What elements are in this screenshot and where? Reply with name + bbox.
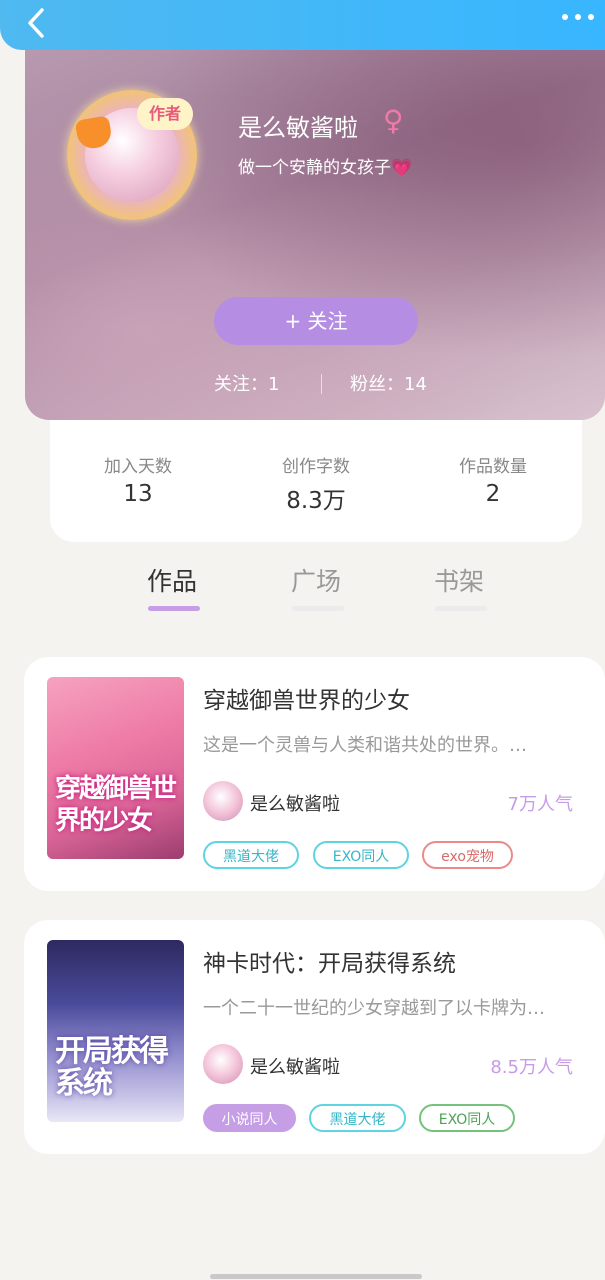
author-avatar [203, 781, 243, 821]
home-indicator [210, 1274, 422, 1279]
profile-header: 作者 是么敏酱啦 ♀ 做一个安静的女孩子💗 + 关注 关注：1 粉丝：14 [25, 50, 605, 420]
tab-indicator [148, 606, 200, 611]
book-cover[interactable]: 穿越御兽世界的少女 [47, 677, 184, 859]
book-popularity: 8.5万人气 [490, 1057, 573, 1078]
stat-label: 作品数量 [459, 457, 527, 477]
tag[interactable]: exo宠物 [422, 841, 513, 869]
book-author: 是么敏酱啦 [250, 1057, 340, 1078]
more-dots-icon[interactable] [559, 8, 597, 26]
tag[interactable]: 小说同人 [203, 1104, 296, 1132]
book-title[interactable]: 穿越御兽世界的少女 [203, 681, 410, 715]
cover-title: 穿越御兽世界的少女 [55, 774, 177, 836]
author-avatar[interactable]: 作者 [67, 90, 197, 220]
tab-square[interactable]: 广场 [276, 562, 356, 611]
tab-indicator [292, 606, 344, 611]
follow-button[interactable]: + 关注 [214, 297, 418, 345]
female-gender-icon: ♀ [383, 104, 404, 137]
tag[interactable]: EXO同人 [419, 1104, 515, 1132]
stat-join-days: 加入天数 13 [58, 452, 218, 507]
tab-label: 广场 [290, 567, 341, 596]
book-popularity: 7万人气 [507, 794, 573, 815]
tab-label: 书架 [433, 567, 484, 596]
tab-indicator [435, 606, 487, 611]
tag[interactable]: 黑道大佬 [309, 1104, 406, 1132]
book-author: 是么敏酱啦 [250, 794, 340, 815]
stat-label: 加入天数 [104, 457, 172, 477]
book-card[interactable]: 开局获得系统 神卡时代：开局获得系统 一个二十一世纪的少女穿越到了以卡牌为… 是… [24, 920, 605, 1154]
stats-card: 加入天数 13 创作字数 8.3万 作品数量 2 [50, 420, 582, 542]
tag[interactable]: 黑道大佬 [203, 841, 299, 869]
stat-value: 2 [485, 481, 501, 507]
author-badge: 作者 [137, 98, 193, 130]
book-cover[interactable]: 开局获得系统 [47, 940, 184, 1122]
tab-works[interactable]: 作品 [132, 562, 212, 611]
stat-label: 创作字数 [282, 457, 350, 477]
stat-value: 13 [123, 481, 153, 507]
book-description: 一个二十一世纪的少女穿越到了以卡牌为… [203, 998, 545, 1019]
divider [321, 374, 322, 394]
stat-works-count: 作品数量 2 [413, 452, 573, 507]
tag[interactable]: EXO同人 [313, 841, 409, 869]
book-description: 这是一个灵兽与人类和谐共处的世界。… [203, 735, 527, 756]
stat-value: 8.3万 [286, 488, 346, 514]
fans-count[interactable]: 粉丝：14 [350, 370, 427, 396]
tab-label: 作品 [146, 567, 197, 596]
tab-bookshelf[interactable]: 书架 [419, 562, 499, 611]
top-bar [0, 0, 605, 50]
author-avatar [203, 1044, 243, 1084]
profile-signature: 做一个安静的女孩子💗 [238, 158, 413, 178]
book-title[interactable]: 神卡时代：开局获得系统 [203, 944, 456, 978]
stat-word-count: 创作字数 8.3万 [236, 452, 396, 515]
cover-title: 开局获得系统 [55, 1034, 169, 1101]
tab-bar: 作品 广场 书架 [0, 560, 605, 620]
follow-stats: 关注：1 粉丝：14 [25, 370, 605, 398]
chevron-left-icon[interactable] [22, 6, 56, 40]
book-card[interactable]: 穿越御兽世界的少女 穿越御兽世界的少女 这是一个灵兽与人类和谐共处的世界。… 是… [24, 657, 605, 891]
profile-name: 是么敏酱啦 [238, 114, 358, 142]
following-count[interactable]: 关注：1 [214, 370, 279, 396]
